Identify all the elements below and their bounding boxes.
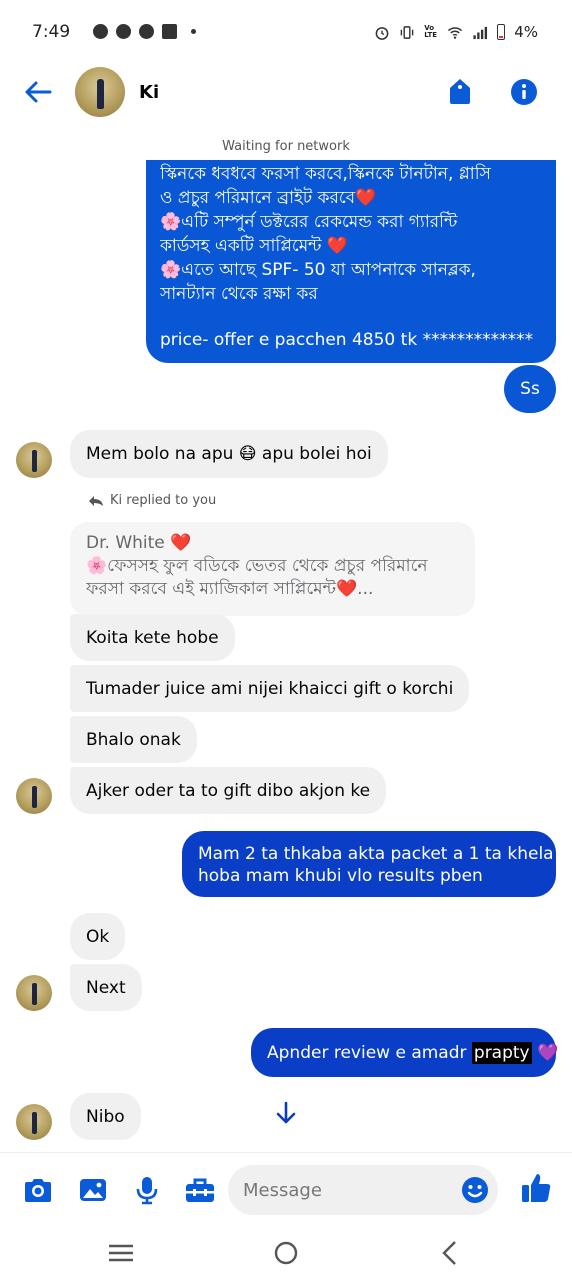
message-line: 🌸এটি সম্পুর্ন ডক্টরের রেকমেন্ড করা গ্যার… — [160, 212, 458, 232]
message-line: সানট্যান থেকে রক্ষা কর — [160, 284, 318, 304]
thumbs-up-icon[interactable] — [520, 1171, 552, 1205]
message-text: Next — [86, 977, 126, 998]
contact-avatar-small[interactable] — [16, 778, 52, 814]
toolbox-icon[interactable] — [184, 1175, 216, 1205]
contact-avatar-small[interactable] — [16, 442, 52, 478]
battery-icon — [497, 24, 506, 40]
network-status-text: Waiting for network — [222, 139, 350, 154]
message-text: Bhalo onak — [86, 729, 181, 750]
price-line: price- offer e pacchen 4850 tk *********… — [160, 330, 534, 350]
incoming-message[interactable]: Ajker oder ta to gift dibo akjon ke — [70, 767, 387, 814]
back-arrow-icon[interactable] — [22, 78, 54, 106]
reply-indicator: Ki replied to you — [88, 493, 216, 508]
system-icons: Vo LTE 4% — [374, 23, 538, 41]
incoming-message[interactable]: Koita kete hobe — [70, 614, 235, 661]
home-icon[interactable] — [272, 1240, 300, 1266]
recent-apps-icon[interactable] — [107, 1240, 135, 1266]
reply-indicator-text: Ki replied to you — [110, 493, 217, 508]
quoted-message[interactable]: Dr. White ❤️ 🌸ফেসসহ ফুল বডিকে ভেতর থেকে … — [70, 522, 475, 616]
gallery-icon[interactable] — [77, 1175, 109, 1205]
outgoing-message[interactable]: Apnder review e amadr prapty 💜 — [251, 1028, 559, 1077]
message-text: Tumader juice ami nijei khaicci gift o k… — [86, 678, 454, 699]
facebook-circle-icon — [139, 24, 154, 39]
quoted-line: ফরসা করবে এই ম্যাজিকাল সাপ্লিমেন্ট❤️... — [86, 579, 374, 599]
highlighted-text: prapty — [471, 1041, 532, 1064]
contact-name[interactable]: Ki — [139, 82, 159, 103]
incoming-message[interactable]: Mem bolo na apu 😷 apu bolei hoi — [70, 430, 388, 478]
message-line: কার্ডসহ একটি সাপ্লিমেন্ট ❤️ — [160, 236, 349, 256]
notification-icons — [93, 24, 196, 39]
more-notifications-dot — [191, 29, 196, 34]
system-navigation-bar — [0, 1226, 572, 1280]
status-bar: 7:49 Vo LTE 4% — [0, 0, 572, 64]
message-line: ও প্রচুর পরিমানে ব্রাইট করবে❤️ — [160, 188, 377, 208]
battery-percent: 4% — [514, 23, 538, 41]
incoming-message[interactable]: Tumader juice ami nijei khaicci gift o k… — [70, 665, 470, 712]
contact-avatar-small[interactable] — [16, 1104, 52, 1140]
incoming-message[interactable]: Ok — [70, 913, 126, 960]
message-text: Apnder review e amadr — [267, 1042, 472, 1063]
microphone-icon[interactable] — [131, 1175, 163, 1205]
back-nav-icon[interactable] — [436, 1240, 464, 1266]
scroll-down-arrow-icon[interactable] — [274, 1100, 298, 1126]
quoted-line: Dr. White ❤️ — [86, 533, 192, 553]
info-icon[interactable] — [510, 78, 538, 106]
emoji-icon[interactable] — [461, 1176, 489, 1204]
incoming-message[interactable]: Nibo — [70, 1093, 141, 1140]
message-input-container[interactable] — [228, 1165, 498, 1215]
message-composer — [0, 1152, 572, 1226]
message-line: hoba mam khubi vlo results pben — [198, 866, 483, 886]
message-text: Nibo — [86, 1106, 125, 1127]
vibrate-icon — [400, 25, 414, 39]
facebook-square-icon — [162, 24, 177, 39]
outgoing-message[interactable]: Mam 2 ta thkaba akta packet a 1 ta khela… — [182, 831, 556, 897]
contact-avatar-small[interactable] — [16, 975, 52, 1011]
messenger-notification-icon-2 — [116, 24, 131, 39]
call-icon[interactable] — [446, 76, 474, 106]
quoted-line: 🌸ফেসসহ ফুল বডিকে ভেতর থেকে প্রচুর পরিমান… — [86, 556, 428, 576]
message-text: Ok — [86, 926, 110, 947]
chat-header: Ki — [0, 64, 572, 122]
messenger-notification-icon — [93, 24, 108, 39]
incoming-message[interactable]: Next — [70, 964, 142, 1011]
message-line: স্কিনকে ধবধবে ফরসা করবে,স্কিনকে টানটান, … — [160, 164, 491, 184]
message-text: Koita kete hobe — [86, 627, 219, 648]
reply-arrow-icon — [89, 495, 103, 506]
status-time: 7:49 — [32, 22, 71, 42]
heart-emoji: 💜 — [531, 1042, 559, 1063]
alarm-icon — [375, 26, 389, 40]
outgoing-message-ss[interactable]: Ss — [504, 365, 556, 413]
wifi-icon — [448, 26, 463, 39]
message-line: 🌸এতে আছে SPF- 50 যা আপনাকে সানব্লক, — [160, 260, 476, 280]
message-line: Mam 2 ta thkaba akta packet a 1 ta khela — [198, 844, 554, 864]
contact-avatar[interactable] — [75, 67, 125, 117]
incoming-message[interactable]: Bhalo onak — [70, 716, 197, 763]
message-input[interactable] — [228, 1165, 438, 1215]
camera-icon[interactable] — [22, 1175, 54, 1205]
volte-label: Vo LTE — [424, 24, 438, 39]
message-text: Mem bolo na apu 😷 apu bolei hoi — [86, 444, 372, 464]
message-thread[interactable]: স্কিনকে ধবধবে ফরসা করবে,স্কিনকে টানটান, … — [0, 160, 572, 1150]
outgoing-message-product[interactable]: স্কিনকে ধবধবে ফরসা করবে,স্কিনকে টানটান, … — [146, 160, 556, 363]
message-text: Ajker oder ta to gift dibo akjon ke — [86, 780, 371, 801]
signal-icon — [473, 26, 488, 39]
